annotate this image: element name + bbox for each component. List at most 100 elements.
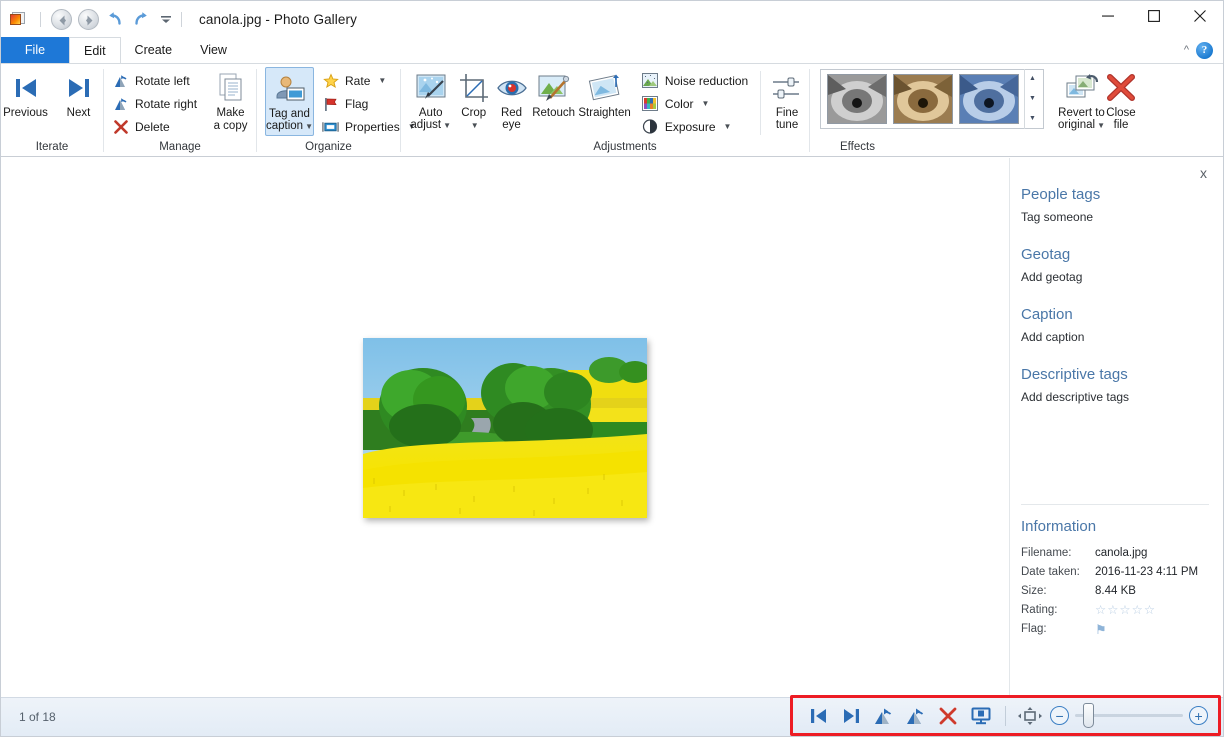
auto-adjust-button[interactable]: Auto adjust ▼ — [407, 67, 454, 132]
rotate-counterclockwise-button[interactable] — [868, 702, 900, 730]
minimize-button[interactable] — [1085, 1, 1131, 31]
rotate-clockwise-button[interactable] — [900, 702, 932, 730]
effect-thumbnail[interactable] — [827, 74, 887, 124]
chevron-down-icon[interactable]: ▼ — [724, 122, 732, 131]
forward-arrow-icon[interactable] — [78, 8, 99, 30]
zoom-out-button[interactable]: − — [1050, 706, 1070, 725]
red-eye-button[interactable]: Red eye — [493, 67, 530, 131]
information-heading: Information — [1021, 518, 1097, 535]
zoom-slider-thumb[interactable] — [1083, 703, 1095, 728]
rating-stars[interactable]: ☆☆☆☆☆ — [1095, 601, 1156, 620]
descriptive-tags-heading: Descriptive tags — [1021, 366, 1128, 383]
previous-image-button[interactable] — [803, 702, 835, 730]
retouch-button[interactable]: Retouch — [530, 67, 577, 120]
make-a-copy-button[interactable]: Make a copy — [205, 67, 256, 133]
exposure-button[interactable]: Exposure ▼ — [640, 115, 752, 138]
revert-label-2: original — [1058, 119, 1096, 131]
zoom-control: − + — [1050, 703, 1209, 728]
rotate-right-label: Rotate right — [135, 96, 198, 111]
add-geotag-link[interactable]: Add geotag — [1021, 270, 1223, 284]
rotate-right-button[interactable]: Rotate right — [110, 92, 201, 115]
zoom-slider-track[interactable] — [1075, 703, 1184, 728]
close-file-button[interactable]: Close file — [1105, 67, 1137, 131]
qat-divider — [40, 11, 41, 27]
delete-button[interactable]: Delete — [110, 115, 201, 138]
noise-reduction-icon — [642, 72, 659, 89]
tag-caption-label-2: caption — [266, 120, 304, 132]
straighten-button[interactable]: Straighten — [577, 67, 631, 120]
maximize-button[interactable] — [1131, 1, 1177, 31]
tag-someone-link[interactable]: Tag someone — [1021, 210, 1223, 224]
tab-create[interactable]: Create — [121, 37, 187, 63]
scroll-down-icon[interactable]: ▼ — [1029, 95, 1036, 103]
delete-x-icon — [112, 118, 129, 135]
effects-scrollbar[interactable]: ▲ ▼ ▼ — [1024, 69, 1040, 129]
info-key: Flag: — [1021, 623, 1047, 635]
flag-icon[interactable]: ⚑ — [1095, 620, 1107, 639]
tab-file[interactable]: File — [1, 37, 69, 63]
effect-thumbnail[interactable] — [959, 74, 1019, 124]
chevron-down-icon[interactable]: ▼ — [305, 122, 313, 131]
back-arrow-icon[interactable] — [51, 8, 72, 30]
next-image-button[interactable] — [835, 702, 867, 730]
delete-image-button[interactable] — [932, 702, 964, 730]
undo-arrow-icon[interactable] — [105, 9, 125, 29]
rotate-left-label: Rotate left — [135, 73, 190, 88]
info-row-size: Size: 8.44 KB — [1021, 582, 1223, 601]
straighten-label: Straighten — [578, 107, 631, 119]
fine-tune-button[interactable]: Fine tune — [765, 67, 809, 131]
fine-tune-label-2: tune — [775, 119, 799, 131]
properties-icon — [322, 118, 339, 135]
photo-image — [363, 337, 647, 518]
chevron-down-icon[interactable]: ▼ — [378, 76, 386, 85]
chevron-down-icon[interactable]: ▼ — [443, 121, 451, 130]
copy-icon — [216, 71, 246, 105]
color-button[interactable]: Color ▼ — [640, 92, 752, 115]
close-button[interactable] — [1177, 1, 1223, 31]
chevron-down-icon[interactable]: ▼ — [1097, 121, 1105, 130]
revert-label-1: Revert to — [1058, 107, 1105, 119]
redo-arrow-icon[interactable] — [131, 9, 151, 29]
noise-reduction-button[interactable]: Noise reduction — [640, 69, 752, 92]
revert-to-original-button[interactable]: Revert to original ▼ — [1058, 67, 1105, 132]
flag-label: Flag — [345, 96, 369, 111]
chevron-up-icon[interactable]: ^ — [1184, 44, 1189, 56]
tag-and-caption-button[interactable]: Tag and caption ▼ — [265, 67, 315, 136]
ribbon-group-organize: Tag and caption ▼ Rate ▼ Flag Properties… — [257, 64, 416, 157]
more-effects-icon[interactable]: ▼ — [1029, 115, 1036, 123]
people-tags-heading: People tags — [1021, 186, 1101, 203]
crop-button[interactable]: Crop ▼ — [454, 67, 493, 132]
next-button[interactable]: Next — [54, 67, 103, 120]
previous-button[interactable]: Previous — [1, 67, 50, 120]
info-key: Rating: — [1021, 604, 1058, 616]
crop-icon — [457, 71, 491, 105]
sidebar-section-people-tags: People tags Tag someone — [1021, 186, 1223, 224]
previous-icon — [11, 71, 41, 105]
fit-to-window-button[interactable] — [1014, 702, 1046, 730]
add-caption-link[interactable]: Add caption — [1021, 330, 1223, 344]
chevron-down-icon[interactable]: ▼ — [471, 121, 479, 130]
play-slideshow-button[interactable] — [964, 702, 996, 730]
bottom-toolbar: − + — [790, 695, 1221, 736]
close-sidebar-button[interactable]: x — [1200, 165, 1207, 181]
chevron-down-icon[interactable]: ▼ — [702, 99, 710, 108]
sidebar-section-descriptive-tags: Descriptive tags Add descriptive tags — [1021, 366, 1223, 404]
rotate-left-button[interactable]: Rotate left — [110, 69, 201, 92]
chevron-down-icon[interactable] — [158, 10, 174, 28]
fine-tune-label-1: Fine — [775, 107, 799, 119]
next-icon — [64, 71, 94, 105]
tab-view[interactable]: View — [186, 37, 241, 63]
photo-gallery-window: canola.jpg - Photo Gallery File Edit Cre… — [0, 0, 1224, 737]
tab-edit[interactable]: Edit — [69, 37, 121, 63]
zoom-in-button[interactable]: + — [1189, 706, 1209, 725]
title-bar: canola.jpg - Photo Gallery — [1, 1, 1223, 37]
add-descriptive-tags-link[interactable]: Add descriptive tags — [1021, 390, 1223, 404]
make-copy-label-2: a copy — [213, 120, 248, 132]
photo-canvas[interactable] — [1, 158, 1009, 697]
effects-gallery[interactable]: ▲ ▼ ▼ — [820, 69, 1044, 129]
scroll-up-icon[interactable]: ▲ — [1029, 75, 1036, 83]
ribbon: Previous Next Iterate Rotate left Rotate… — [1, 63, 1223, 157]
help-icon[interactable]: ? — [1196, 41, 1213, 59]
delete-label: Delete — [135, 119, 170, 134]
effect-thumbnail[interactable] — [893, 74, 953, 124]
